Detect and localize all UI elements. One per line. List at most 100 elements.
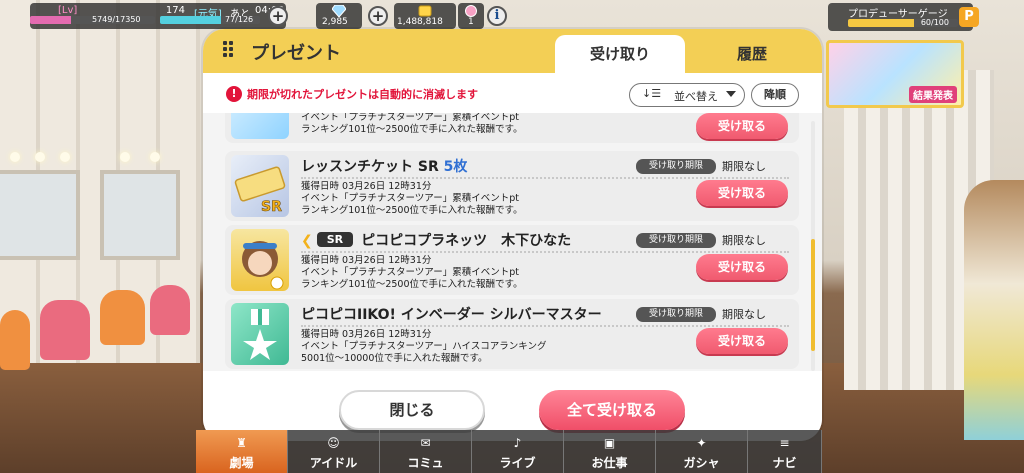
expiry-warning: 期限が切れたプレゼントは自動的に消滅します <box>247 88 478 101</box>
idol-character <box>964 180 1024 440</box>
money-box: 1,488,818 <box>394 3 456 29</box>
divider <box>301 177 789 179</box>
chair <box>150 285 190 335</box>
nav-item-theater[interactable]: ♜ 劇場 <box>196 430 288 473</box>
receive-button[interactable]: 受け取る <box>696 328 788 354</box>
mirror <box>100 170 180 260</box>
divider <box>301 251 789 253</box>
nav-item-commu[interactable]: ✉ コミュ <box>380 430 472 473</box>
item-desc-line: ランキング101位～2500位で手に入れた報酬です。 <box>301 279 523 290</box>
nav-item-navi[interactable]: ≡ ナビ <box>748 430 822 473</box>
jewel-plus-button[interactable]: + <box>368 6 388 26</box>
dialog-toolbar: ! 期限が切れたプレゼントは自動的に消滅します ↓☰ 並べ替え 降順 <box>203 73 822 113</box>
ticket-box: 1 <box>458 3 484 29</box>
lesson-ticket-thumbnail: SR <box>231 155 289 217</box>
svg-text:SR: SR <box>261 199 282 215</box>
nav-item-gacha[interactable]: ✦ ガシャ <box>656 430 748 473</box>
theater-icon: ♜ <box>236 436 247 450</box>
mirror-bulb <box>120 152 130 162</box>
limit-badge: 受け取り期限 <box>636 159 716 174</box>
chevron-down-icon <box>726 91 736 97</box>
divider <box>301 325 789 327</box>
nav-label: お仕事 <box>591 456 628 470</box>
stamina-plus-button[interactable]: + <box>268 6 288 26</box>
item-desc-line: イベント「プラチナスターツアー」累積イベントpt <box>301 267 519 278</box>
order-toggle-button[interactable]: 降順 <box>751 83 799 107</box>
mirror-bulb <box>35 152 45 162</box>
nav-label: 劇場 <box>229 456 254 470</box>
jewel-count: 2,985 <box>322 17 348 27</box>
close-button[interactable]: 閉じる <box>339 390 485 430</box>
item-description: 獲得日時 03月26日 12時31分 イベント「プラチナスターツアー」累積イベン… <box>301 255 523 291</box>
produce-gauge-value: 60/100 <box>920 18 949 27</box>
idol-portrait-icon <box>242 241 284 290</box>
money-icon <box>418 5 432 17</box>
produce-gauge-fill <box>848 19 914 27</box>
mirror <box>0 170 80 260</box>
limit-badge: 受け取り期限 <box>636 307 716 322</box>
sort-icon: ↓☰ <box>642 87 662 100</box>
info-button[interactable]: i <box>487 6 507 26</box>
present-dialog: プレゼント 受け取り 履歴 ! 期限が切れたプレゼントは自動的に消滅します ↓☰… <box>203 29 822 441</box>
item-name: レッスンチケット SR 5枚 <box>301 156 467 176</box>
receive-button[interactable]: 受け取る <box>696 180 788 206</box>
item-name: ピコピコIIKO! インベーダー シルバーマスター <box>301 307 602 323</box>
navi-icon: ≡ <box>779 436 790 450</box>
level-value: 174 <box>165 5 185 16</box>
chair <box>100 290 145 345</box>
nav-label: コミュ <box>407 456 444 470</box>
sort-button[interactable]: ↓☰ 並べ替え <box>629 83 745 107</box>
stamina-fill <box>160 16 222 24</box>
wing-icon: ❮ <box>301 233 313 249</box>
produce-gauge: プロデューサーゲージ 60/100 P <box>828 3 979 31</box>
item-desc-line: ランキング101位～2500位で手に入れた報酬です。 <box>301 124 523 135</box>
nav-item-live[interactable]: ♪ ライブ <box>472 430 564 473</box>
scrollbar-thumb[interactable] <box>811 239 815 351</box>
item-date: 獲得日時 03月26日 12時31分 <box>301 181 432 192</box>
gacha-icon: ✦ <box>696 436 707 450</box>
item-desc-line: イベント「プラチナスターツアー」累積イベントpt <box>301 193 519 204</box>
exp-fill <box>30 16 72 24</box>
item-desc-line: イベント「プラチナスターツアー」ハイスコアランキング <box>301 341 547 352</box>
receive-all-button[interactable]: 全て受け取る <box>539 390 685 430</box>
item-name: ❮ SR ピコピコプラネッツ 木下ひなた <box>301 230 571 250</box>
bottom-nav: ♜ 劇場 ☺ アイドル ✉ コミュ ♪ ライブ ▣ お仕事 ✦ ガシャ ≡ ナビ <box>196 430 822 473</box>
nav-label: ライブ <box>499 456 536 470</box>
jewel-item-thumbnail <box>231 113 289 139</box>
ticket-icon <box>465 5 477 17</box>
live-icon: ♪ <box>513 436 522 450</box>
item-name-text: ピコピコプラネッツ 木下ひなた <box>361 233 572 249</box>
nav-label: アイドル <box>309 456 358 470</box>
item-description: 獲得日時 03月26日 12時31分 イベント「プラチナスターツアー」累積イベン… <box>301 181 523 217</box>
work-icon: ▣ <box>603 436 616 450</box>
receive-button[interactable]: 受け取る <box>696 254 788 280</box>
ticket-icon: SR <box>234 166 286 215</box>
event-result-banner[interactable]: 結果発表 <box>826 40 964 108</box>
receive-button[interactable]: 受け取る <box>696 113 788 139</box>
mirror-bulb <box>150 152 160 162</box>
tab-receive[interactable]: 受け取り <box>555 35 685 75</box>
item-desc-line: ランキング101位～2500位で手に入れた報酬です。 <box>301 205 523 216</box>
item-date: 獲得日時 03月26日 12時31分 <box>301 329 432 340</box>
tab-history[interactable]: 履歴 <box>687 35 817 73</box>
dialog-header: プレゼント 受け取り 履歴 <box>203 29 822 75</box>
mirror-bulb <box>60 152 70 162</box>
nav-item-work[interactable]: ▣ お仕事 <box>564 430 656 473</box>
mirror-bulb <box>10 152 20 162</box>
item-date: 獲得日時 03月26日 12時31分 <box>301 255 432 266</box>
list-item: SR レッスンチケット SR 5枚 受け取り期限 期限なし 獲得日時 03月26… <box>225 151 799 221</box>
dialog-title: プレゼント <box>251 43 341 64</box>
list-item: イベント「プラチナスターツアー」累積イベントpt ランキング101位～2500位… <box>225 113 799 143</box>
jewel-box: 2,985 <box>316 3 362 29</box>
ticket-count: 1 <box>468 17 474 27</box>
chair <box>40 300 90 360</box>
nav-item-idol[interactable]: ☺ アイドル <box>288 430 380 473</box>
level-tag: [Lv] <box>58 5 78 16</box>
grip-icon <box>223 41 233 61</box>
present-list[interactable]: イベント「プラチナスターツアー」累積イベントpt ランキング101位～2500位… <box>225 113 799 371</box>
banner-result-label: 結果発表 <box>909 86 957 103</box>
list-item: ❮ SR ピコピコプラネッツ 木下ひなた 受け取り期限 期限なし 獲得日時 03月2… <box>225 225 799 295</box>
list-item: ピコピコIIKO! インベーダー シルバーマスター 受け取り期限 期限なし 獲得… <box>225 299 799 369</box>
jewel-icon <box>332 5 346 17</box>
item-description: 獲得日時 03月26日 12時31分 イベント「プラチナスターツアー」ハイスコア… <box>301 329 546 365</box>
